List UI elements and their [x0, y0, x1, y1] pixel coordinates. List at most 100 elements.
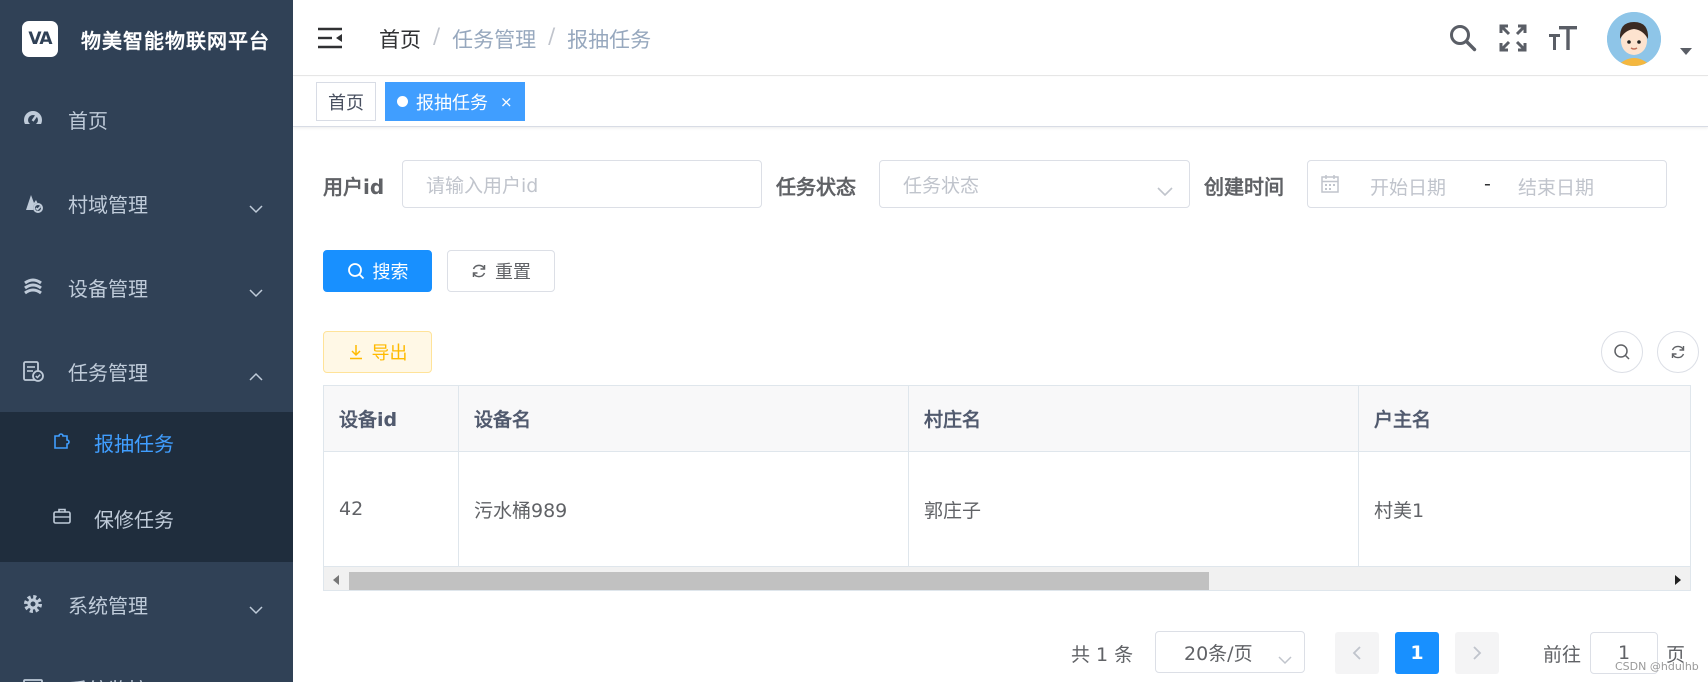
scroll-left-icon[interactable]	[333, 575, 339, 585]
device-icon	[22, 276, 44, 298]
page-size-select[interactable]: 20条/页	[1155, 631, 1305, 673]
chevron-down-icon	[1157, 179, 1173, 201]
breadcrumb: 首页 / 任务管理 / 报抽任务	[379, 24, 651, 54]
table-header: 设备id 设备名 村庄名 户主名	[324, 386, 1690, 452]
download-icon	[349, 345, 362, 360]
column-header-village-name: 村庄名	[909, 386, 1359, 451]
breadcrumb-report-task: 报抽任务	[567, 28, 652, 52]
search-icon[interactable]	[1447, 22, 1479, 54]
logo[interactable]: VA 物美智能物联网平台	[0, 0, 293, 78]
chevron-left-icon	[1352, 646, 1361, 660]
caret-down-icon[interactable]	[1680, 48, 1692, 55]
fullscreen-icon[interactable]	[1497, 22, 1529, 54]
puzzle-icon	[52, 430, 72, 455]
column-header-device-name: 设备名	[459, 386, 909, 451]
user-id-input[interactable]: 请输入用户id	[402, 160, 762, 208]
tag-report-task[interactable]: 报抽任务 ×	[385, 82, 525, 121]
sidebar-item-label: 报抽任务	[94, 431, 174, 456]
sidebar-item-label: 保修任务	[94, 507, 174, 532]
scroll-right-icon[interactable]	[1675, 575, 1681, 585]
avatar[interactable]	[1607, 12, 1661, 66]
page-size-value: 20条/页	[1184, 642, 1253, 665]
sidebar-item-home[interactable]: 首页	[0, 91, 293, 147]
end-date-input[interactable]: 结束日期	[1518, 173, 1594, 200]
sidebar-item-label: 系统监控	[68, 674, 148, 682]
chevron-up-icon	[249, 363, 263, 387]
search-icon	[1614, 344, 1630, 360]
table-row[interactable]: 42 污水桶989 郭庄子 村美1	[324, 452, 1690, 566]
chevron-down-icon	[249, 596, 263, 620]
gear-icon	[22, 593, 44, 615]
status-label: 任务状态	[776, 175, 856, 199]
logo-mark: VA	[22, 21, 58, 57]
sidebar-item-device[interactable]: 设备管理	[0, 259, 293, 315]
breadcrumb-home[interactable]: 首页	[379, 24, 421, 54]
horizontal-scrollbar[interactable]	[324, 566, 1690, 590]
sidebar-item-repair-task[interactable]: 保修任务	[0, 488, 293, 548]
breadcrumb-separator: /	[433, 24, 441, 48]
date-range-picker[interactable]: 开始日期 - 结束日期	[1307, 160, 1667, 208]
breadcrumb-task-management: 任务管理	[452, 28, 537, 52]
chevron-down-icon	[1278, 648, 1292, 670]
column-header-device-id: 设备id	[324, 386, 459, 451]
chevron-right-icon	[1473, 646, 1482, 660]
sidebar-item-village[interactable]: 村域管理	[0, 175, 293, 231]
active-dot-icon	[397, 96, 408, 107]
chevron-down-icon	[249, 279, 263, 303]
submenu-task: 报抽任务 保修任务	[0, 412, 293, 562]
reset-button[interactable]: 重置	[447, 250, 555, 292]
sidebar-item-monitor[interactable]: 系统监控	[0, 660, 293, 682]
refresh-icon	[472, 264, 486, 278]
toggle-search-button[interactable]	[1601, 331, 1643, 373]
cell-device-id: 42	[324, 452, 459, 566]
briefcase-icon	[52, 506, 72, 531]
cell-village-name: 郭庄子	[909, 452, 1359, 566]
sidebar-item-label: 任务管理	[68, 360, 148, 385]
column-header-owner-name: 户主名	[1374, 409, 1432, 431]
tag-label: 首页	[328, 92, 364, 114]
main-content: 首页 / 任务管理 / 报抽任务 首页 报抽任务 × 用户id 请输入用户id …	[293, 0, 1708, 682]
dashboard-icon	[22, 108, 44, 130]
chevron-down-icon	[249, 195, 263, 219]
tag-label: 报抽任务	[416, 92, 488, 114]
search-button-label: 搜索	[372, 262, 409, 283]
sidebar-item-task[interactable]: 任务管理	[0, 343, 293, 399]
refresh-icon	[1671, 345, 1685, 359]
close-icon[interactable]: ×	[500, 93, 513, 111]
status-select[interactable]: 任务状态	[879, 160, 1190, 208]
sidebar: VA 物美智能物联网平台 首页 村域管理 设备管理 任务管理 报抽任务 保修任务…	[0, 0, 293, 682]
calendar-icon	[1320, 174, 1340, 199]
search-button[interactable]: 搜索	[323, 250, 432, 292]
cell-device-name: 污水桶989	[459, 452, 909, 566]
goto-label: 前往	[1543, 644, 1582, 666]
navbar: 首页 / 任务管理 / 报抽任务	[293, 0, 1708, 76]
monitor-icon	[22, 677, 44, 682]
task-icon	[22, 360, 44, 382]
pagination-total: 共 1 条	[1071, 644, 1134, 666]
created-time-label: 创建时间	[1204, 175, 1284, 199]
status-placeholder: 任务状态	[903, 174, 980, 197]
sidebar-item-report-task[interactable]: 报抽任务	[0, 412, 293, 472]
watermark: CSDN @hdulhb	[1615, 660, 1699, 673]
hamburger-icon[interactable]	[317, 26, 343, 54]
app-title: 物美智能物联网平台	[81, 28, 270, 53]
prev-page-button[interactable]	[1335, 632, 1379, 674]
page-number-button[interactable]: 1	[1395, 632, 1439, 674]
data-table: 设备id 设备名 村庄名 户主名 42 污水桶989 郭庄子 村美1	[323, 385, 1691, 591]
breadcrumb-separator: /	[548, 24, 556, 48]
sidebar-item-label: 系统管理	[68, 593, 148, 618]
village-icon	[22, 192, 44, 214]
font-size-icon[interactable]	[1547, 22, 1579, 54]
tags-view: 首页 报抽任务 ×	[293, 77, 1708, 127]
start-date-input[interactable]: 开始日期	[1370, 173, 1446, 200]
refresh-button[interactable]	[1657, 331, 1699, 373]
scrollbar-thumb[interactable]	[349, 572, 1209, 590]
tag-home[interactable]: 首页	[316, 82, 376, 121]
export-button[interactable]: 导出	[323, 331, 432, 373]
sidebar-item-system[interactable]: 系统管理	[0, 576, 293, 632]
user-id-label: 用户id	[323, 175, 385, 199]
cell-owner-name: 村美1	[1374, 499, 1425, 522]
export-button-label: 导出	[371, 343, 408, 364]
sidebar-item-label: 设备管理	[68, 276, 148, 301]
next-page-button[interactable]	[1455, 632, 1499, 674]
